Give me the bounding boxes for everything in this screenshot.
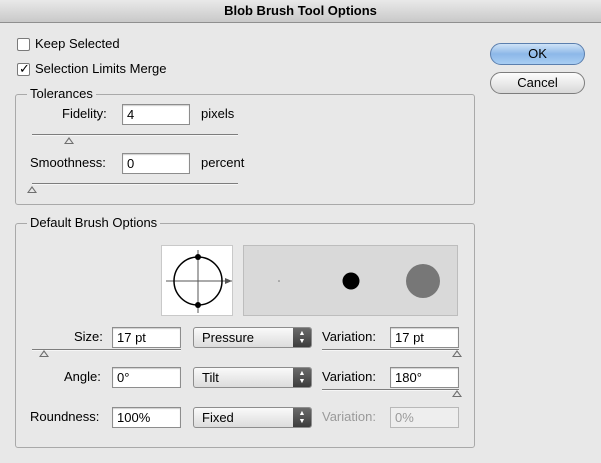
smoothness-unit: percent: [201, 155, 245, 170]
roundness-mode-value: Fixed: [202, 410, 234, 425]
size-mode-value: Pressure: [202, 330, 255, 345]
window-title: Blob Brush Tool Options: [0, 0, 601, 23]
fidelity-slider-track[interactable]: [32, 134, 238, 136]
angle-label: Angle:: [64, 369, 101, 384]
keep-selected-checkbox[interactable]: [17, 38, 30, 51]
angle-input[interactable]: 0°: [112, 367, 181, 388]
size-label: Size:: [74, 329, 103, 344]
roundness-variation-label: Variation:: [322, 409, 376, 424]
fidelity-label: Fidelity:: [62, 106, 107, 121]
updown-arrows-icon: ▲ ▼: [293, 368, 311, 387]
fidelity-input[interactable]: 4: [122, 104, 190, 125]
updown-arrows-icon: ▲ ▼: [293, 408, 311, 427]
updown-arrows-icon: ▲ ▼: [293, 328, 311, 347]
size-mode-select[interactable]: Pressure ▲ ▼: [193, 327, 312, 348]
size-slider-track[interactable]: [32, 349, 181, 351]
roundness-label: Roundness:: [30, 409, 100, 424]
fidelity-unit: pixels: [201, 106, 235, 121]
angle-variation-input[interactable]: 180°: [390, 367, 459, 388]
smoothness-input[interactable]: 0: [122, 153, 190, 174]
size-slider-thumb[interactable]: [39, 350, 49, 357]
brush-dots-preview: [278, 264, 440, 298]
tolerances-title: Tolerances: [27, 86, 96, 102]
angle-mode-value: Tilt: [202, 370, 219, 385]
size-variation-input[interactable]: 17 pt: [390, 327, 459, 348]
size-variation-slider-thumb[interactable]: [452, 350, 462, 357]
selection-limits-merge-checkbox[interactable]: ✓: [17, 61, 30, 76]
brush-size-preview: [243, 245, 458, 316]
brush-shape-preview-icon: [166, 250, 232, 313]
size-variation-label: Variation:: [322, 329, 376, 344]
ok-button[interactable]: OK: [490, 43, 585, 65]
size-variation-slider-track[interactable]: [322, 349, 459, 351]
smoothness-slider-thumb[interactable]: [27, 186, 37, 193]
size-input[interactable]: 17 pt: [112, 327, 181, 348]
angle-variation-label: Variation:: [322, 369, 376, 384]
angle-variation-slider-track[interactable]: [322, 389, 459, 391]
keep-selected-label: Keep Selected: [35, 36, 120, 51]
brush-shape-preview[interactable]: [161, 245, 233, 316]
roundness-mode-select[interactable]: Fixed ▲ ▼: [193, 407, 312, 428]
brush-options-title: Default Brush Options: [27, 215, 161, 231]
roundness-variation-input: 0%: [390, 407, 459, 428]
smoothness-label: Smoothness:: [30, 155, 106, 170]
roundness-input[interactable]: 100%: [112, 407, 181, 428]
selection-limits-merge-label: Selection Limits Merge: [35, 61, 167, 76]
cancel-button[interactable]: Cancel: [490, 72, 585, 94]
checkmark-icon: ✓: [19, 61, 30, 76]
angle-variation-slider-thumb[interactable]: [452, 390, 462, 397]
smoothness-slider-track[interactable]: [32, 183, 238, 185]
fidelity-slider-thumb[interactable]: [64, 137, 74, 144]
angle-mode-select[interactable]: Tilt ▲ ▼: [193, 367, 312, 388]
